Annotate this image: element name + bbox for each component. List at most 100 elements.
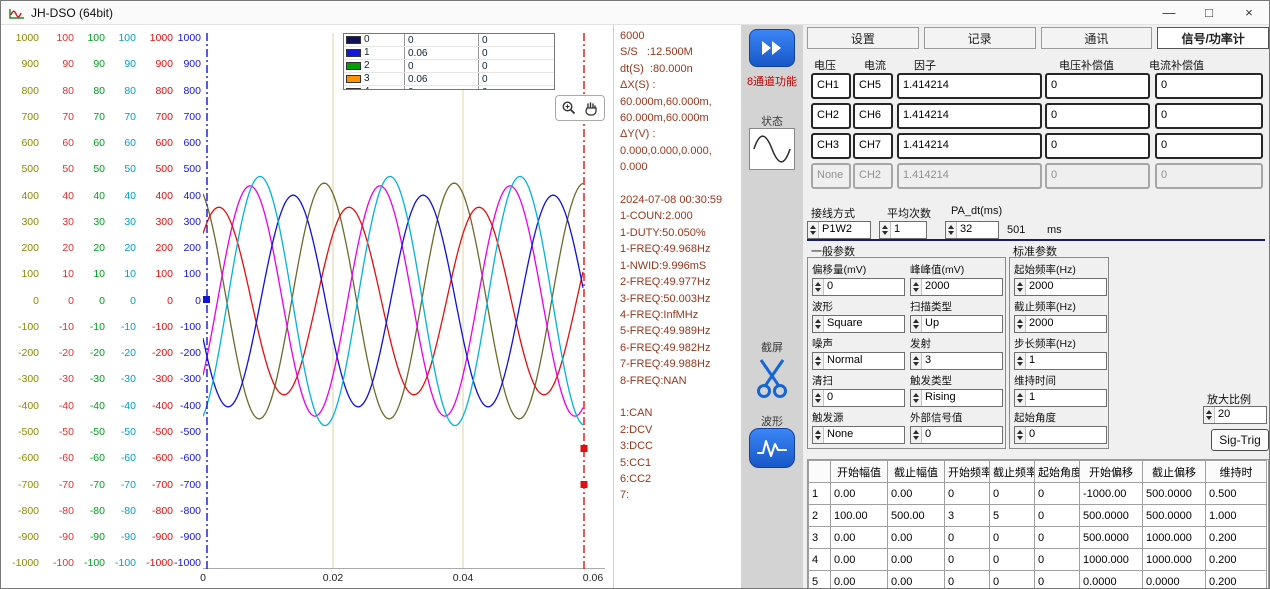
waveform-canvas[interactable]: [203, 33, 605, 569]
spinner-arrows-icon[interactable]: [813, 427, 824, 443]
pan-hand-icon[interactable]: [583, 100, 599, 116]
spinner-arrows-icon[interactable]: [1015, 390, 1026, 406]
general-field-spinner[interactable]: Normal: [812, 352, 905, 370]
current-channel-select[interactable]: CH2: [853, 163, 893, 189]
info-line: dt(S) :80.000n: [620, 61, 741, 77]
seq-row[interactable]: 30.000.00000500.00001000.0000.200: [809, 527, 1267, 549]
cursor-left-handle[interactable]: [203, 296, 210, 303]
y-tick: 90: [108, 59, 136, 70]
current-channel-select[interactable]: CH7: [853, 133, 893, 159]
seq-cell: 0: [990, 549, 1035, 571]
tab-signal-power[interactable]: 信号/功率计: [1157, 27, 1269, 49]
general-field: 触发源None: [812, 410, 905, 444]
factor-input[interactable]: 1.414214: [897, 73, 1042, 99]
factor-input[interactable]: 1.414214: [897, 103, 1042, 129]
voltage-comp-input[interactable]: 0: [1045, 133, 1150, 159]
status-waveform-button[interactable]: [749, 128, 795, 170]
spinner-arrows-icon[interactable]: [1015, 279, 1026, 295]
seq-header-cell: 维持时: [1206, 461, 1267, 483]
voltage-channel-select[interactable]: CH3: [811, 133, 851, 159]
voltage-channel-select[interactable]: CH2: [811, 103, 851, 129]
average-count-spinner[interactable]: 1: [879, 221, 927, 239]
spinner-arrows-icon[interactable]: [1015, 316, 1026, 332]
info-line: S/S :12.500M: [620, 44, 741, 60]
current-comp-input[interactable]: 0: [1155, 73, 1263, 99]
current-channel-select[interactable]: CH5: [853, 73, 893, 99]
zoom-in-icon[interactable]: [561, 100, 577, 116]
plot-tools: [555, 95, 605, 121]
pa-dt-spinner[interactable]: 32: [945, 221, 999, 239]
general-field-spinner[interactable]: Up: [910, 315, 1003, 333]
spinner-arrows-icon[interactable]: [880, 222, 891, 238]
general-field-spinner[interactable]: Square: [812, 315, 905, 333]
current-channel-select[interactable]: CH6: [853, 103, 893, 129]
seq-row[interactable]: 50.000.000000.00000.00000.200: [809, 571, 1267, 589]
tab-settings[interactable]: 设置: [807, 27, 919, 49]
voltage-channel-select[interactable]: CH1: [811, 73, 851, 99]
spinner-arrows-icon[interactable]: [813, 279, 824, 295]
wiring-mode-spinner[interactable]: P1W2: [807, 221, 871, 239]
standard-field-spinner[interactable]: 1: [1014, 389, 1107, 407]
seq-row[interactable]: 10.000.00000-1000.00500.00000.500: [809, 483, 1267, 505]
seq-cell: 0.0000: [1143, 571, 1206, 589]
general-field-spinner[interactable]: 0: [910, 426, 1003, 444]
factor-input[interactable]: 1.414214: [897, 133, 1042, 159]
tab-comm[interactable]: 通讯: [1041, 27, 1153, 49]
y-tick: 700: [171, 112, 201, 123]
maximize-button[interactable]: □: [1189, 1, 1229, 24]
general-field-spinner[interactable]: Rising: [910, 389, 1003, 407]
sig-trig-button[interactable]: Sig-Trig: [1211, 429, 1269, 451]
close-button[interactable]: ×: [1229, 1, 1269, 24]
voltage-comp-input[interactable]: 0: [1045, 73, 1150, 99]
seq-row[interactable]: 2100.00500.00350500.0000500.00001.000: [809, 505, 1267, 527]
current-comp-input[interactable]: 0: [1155, 163, 1263, 189]
legend-id: 3: [364, 73, 370, 85]
cursor-right-handle-2[interactable]: [581, 481, 588, 488]
standard-field-spinner[interactable]: 2000: [1014, 315, 1107, 333]
seq-row[interactable]: 40.000.000001000.0001000.0000.200: [809, 549, 1267, 571]
current-comp-input[interactable]: 0: [1155, 133, 1263, 159]
spinner-arrows-icon[interactable]: [1015, 353, 1026, 369]
minimize-button[interactable]: —: [1149, 1, 1189, 24]
voltage-channel-select[interactable]: None: [811, 163, 851, 189]
spinner-arrows-icon[interactable]: [911, 316, 922, 332]
standard-field-spinner[interactable]: 1: [1014, 352, 1107, 370]
tab-record[interactable]: 记录: [924, 27, 1036, 49]
spinner-arrows-icon[interactable]: [813, 316, 824, 332]
general-field-spinner[interactable]: 2000: [910, 278, 1003, 296]
general-field-spinner[interactable]: 0: [812, 278, 905, 296]
general-field-spinner[interactable]: None: [812, 426, 905, 444]
spinner-arrows-icon[interactable]: [911, 427, 922, 443]
zoom-scale-spinner[interactable]: 20: [1203, 406, 1267, 424]
scissors-icon[interactable]: [752, 355, 792, 399]
spinner-arrows-icon[interactable]: [1204, 407, 1215, 423]
spinner-arrows-icon[interactable]: [813, 353, 824, 369]
general-field-spinner[interactable]: 0: [812, 389, 905, 407]
waveform-button[interactable]: [749, 428, 795, 468]
general-field-spinner[interactable]: 3: [910, 352, 1003, 370]
spinner-arrows-icon[interactable]: [1015, 427, 1026, 443]
factor-input[interactable]: 1.414214: [897, 163, 1042, 189]
spinner-arrows-icon[interactable]: [808, 222, 819, 238]
field-label: 步长频率(Hz): [1014, 336, 1107, 351]
standard-field-spinner[interactable]: 0: [1014, 426, 1107, 444]
spinner-arrows-icon[interactable]: [911, 390, 922, 406]
y-tick: -60: [77, 453, 105, 464]
plot-area[interactable]: 00010.06020030.060400: [203, 33, 605, 569]
y-tick: 30: [108, 217, 136, 228]
voltage-comp-input[interactable]: 0: [1045, 163, 1150, 189]
spinner-arrows-icon[interactable]: [911, 279, 922, 295]
spinner-arrows-icon[interactable]: [813, 390, 824, 406]
info-line: 7:: [620, 487, 741, 503]
seq-cell: 500.0000: [1143, 483, 1206, 505]
spinner-arrows-icon[interactable]: [946, 222, 957, 238]
y-tick: -300: [137, 374, 173, 385]
standard-field-spinner[interactable]: 2000: [1014, 278, 1107, 296]
cursor-right-handle[interactable]: [581, 445, 588, 452]
run-fast-button[interactable]: [749, 29, 795, 67]
spinner-arrows-icon[interactable]: [911, 353, 922, 369]
y-tick: -90: [108, 532, 136, 543]
voltage-comp-input[interactable]: 0: [1045, 103, 1150, 129]
current-comp-input[interactable]: 0: [1155, 103, 1263, 129]
y-tick: 20: [46, 243, 74, 254]
